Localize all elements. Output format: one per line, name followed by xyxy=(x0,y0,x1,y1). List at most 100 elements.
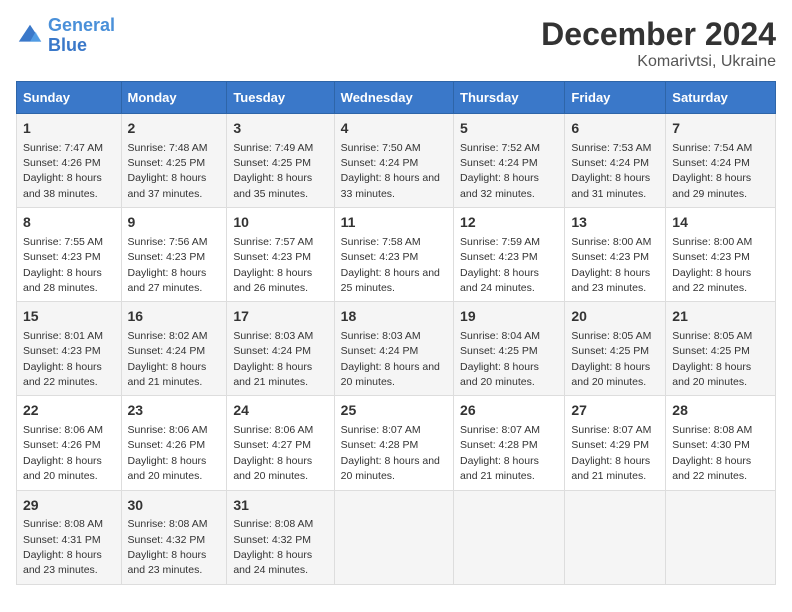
title-block: December 2024 Komarivtsi, Ukraine xyxy=(541,16,776,71)
cell-info: Sunrise: 8:08 AMSunset: 4:32 PMDaylight:… xyxy=(128,518,208,576)
calendar-header-row: SundayMondayTuesdayWednesdayThursdayFrid… xyxy=(17,82,776,114)
calendar-cell xyxy=(454,490,565,584)
day-number: 15 xyxy=(23,307,115,327)
cell-info: Sunrise: 8:08 AMSunset: 4:32 PMDaylight:… xyxy=(233,518,313,576)
cell-info: Sunrise: 8:01 AMSunset: 4:23 PMDaylight:… xyxy=(23,330,103,388)
calendar-cell: 14 Sunrise: 8:00 AMSunset: 4:23 PMDaylig… xyxy=(666,208,776,302)
day-number: 14 xyxy=(672,213,769,233)
cell-info: Sunrise: 8:06 AMSunset: 4:26 PMDaylight:… xyxy=(128,424,208,482)
day-number: 21 xyxy=(672,307,769,327)
day-number: 12 xyxy=(460,213,558,233)
calendar-cell: 4 Sunrise: 7:50 AMSunset: 4:24 PMDayligh… xyxy=(334,114,453,208)
day-number: 25 xyxy=(341,401,447,421)
calendar-cell: 6 Sunrise: 7:53 AMSunset: 4:24 PMDayligh… xyxy=(565,114,666,208)
header-monday: Monday xyxy=(121,82,227,114)
day-number: 19 xyxy=(460,307,558,327)
calendar-subtitle: Komarivtsi, Ukraine xyxy=(541,53,776,71)
calendar-week-row: 29 Sunrise: 8:08 AMSunset: 4:31 PMDaylig… xyxy=(17,490,776,584)
cell-info: Sunrise: 8:04 AMSunset: 4:25 PMDaylight:… xyxy=(460,330,540,388)
calendar-cell: 5 Sunrise: 7:52 AMSunset: 4:24 PMDayligh… xyxy=(454,114,565,208)
cell-info: Sunrise: 7:49 AMSunset: 4:25 PMDaylight:… xyxy=(233,142,313,200)
cell-info: Sunrise: 7:57 AMSunset: 4:23 PMDaylight:… xyxy=(233,236,313,294)
cell-info: Sunrise: 7:54 AMSunset: 4:24 PMDaylight:… xyxy=(672,142,752,200)
day-number: 5 xyxy=(460,119,558,139)
header-wednesday: Wednesday xyxy=(334,82,453,114)
cell-info: Sunrise: 8:07 AMSunset: 4:29 PMDaylight:… xyxy=(571,424,651,482)
day-number: 6 xyxy=(571,119,659,139)
cell-info: Sunrise: 7:50 AMSunset: 4:24 PMDaylight:… xyxy=(341,142,440,200)
calendar-cell: 25 Sunrise: 8:07 AMSunset: 4:28 PMDaylig… xyxy=(334,396,453,490)
calendar-cell: 18 Sunrise: 8:03 AMSunset: 4:24 PMDaylig… xyxy=(334,302,453,396)
day-number: 31 xyxy=(233,496,327,516)
calendar-cell: 27 Sunrise: 8:07 AMSunset: 4:29 PMDaylig… xyxy=(565,396,666,490)
calendar-cell: 12 Sunrise: 7:59 AMSunset: 4:23 PMDaylig… xyxy=(454,208,565,302)
calendar-cell: 28 Sunrise: 8:08 AMSunset: 4:30 PMDaylig… xyxy=(666,396,776,490)
calendar-cell: 29 Sunrise: 8:08 AMSunset: 4:31 PMDaylig… xyxy=(17,490,122,584)
day-number: 4 xyxy=(341,119,447,139)
calendar-cell xyxy=(666,490,776,584)
header-saturday: Saturday xyxy=(666,82,776,114)
cell-info: Sunrise: 8:05 AMSunset: 4:25 PMDaylight:… xyxy=(571,330,651,388)
day-number: 1 xyxy=(23,119,115,139)
day-number: 26 xyxy=(460,401,558,421)
calendar-cell: 26 Sunrise: 8:07 AMSunset: 4:28 PMDaylig… xyxy=(454,396,565,490)
calendar-cell: 17 Sunrise: 8:03 AMSunset: 4:24 PMDaylig… xyxy=(227,302,334,396)
calendar-cell: 31 Sunrise: 8:08 AMSunset: 4:32 PMDaylig… xyxy=(227,490,334,584)
calendar-cell: 23 Sunrise: 8:06 AMSunset: 4:26 PMDaylig… xyxy=(121,396,227,490)
calendar-week-row: 8 Sunrise: 7:55 AMSunset: 4:23 PMDayligh… xyxy=(17,208,776,302)
cell-info: Sunrise: 8:08 AMSunset: 4:31 PMDaylight:… xyxy=(23,518,103,576)
day-number: 16 xyxy=(128,307,221,327)
calendar-table: SundayMondayTuesdayWednesdayThursdayFrid… xyxy=(16,81,776,585)
calendar-cell: 7 Sunrise: 7:54 AMSunset: 4:24 PMDayligh… xyxy=(666,114,776,208)
day-number: 9 xyxy=(128,213,221,233)
cell-info: Sunrise: 7:56 AMSunset: 4:23 PMDaylight:… xyxy=(128,236,208,294)
calendar-cell: 19 Sunrise: 8:04 AMSunset: 4:25 PMDaylig… xyxy=(454,302,565,396)
calendar-cell: 11 Sunrise: 7:58 AMSunset: 4:23 PMDaylig… xyxy=(334,208,453,302)
calendar-cell: 10 Sunrise: 7:57 AMSunset: 4:23 PMDaylig… xyxy=(227,208,334,302)
logo-icon xyxy=(16,22,44,50)
cell-info: Sunrise: 7:59 AMSunset: 4:23 PMDaylight:… xyxy=(460,236,540,294)
calendar-cell xyxy=(565,490,666,584)
day-number: 8 xyxy=(23,213,115,233)
calendar-cell: 9 Sunrise: 7:56 AMSunset: 4:23 PMDayligh… xyxy=(121,208,227,302)
calendar-cell: 21 Sunrise: 8:05 AMSunset: 4:25 PMDaylig… xyxy=(666,302,776,396)
day-number: 2 xyxy=(128,119,221,139)
calendar-cell: 3 Sunrise: 7:49 AMSunset: 4:25 PMDayligh… xyxy=(227,114,334,208)
day-number: 18 xyxy=(341,307,447,327)
day-number: 30 xyxy=(128,496,221,516)
calendar-cell: 16 Sunrise: 8:02 AMSunset: 4:24 PMDaylig… xyxy=(121,302,227,396)
calendar-cell: 30 Sunrise: 8:08 AMSunset: 4:32 PMDaylig… xyxy=(121,490,227,584)
page-header: General Blue December 2024 Komarivtsi, U… xyxy=(16,16,776,71)
day-number: 22 xyxy=(23,401,115,421)
day-number: 23 xyxy=(128,401,221,421)
cell-info: Sunrise: 7:47 AMSunset: 4:26 PMDaylight:… xyxy=(23,142,103,200)
calendar-title: December 2024 xyxy=(541,16,776,53)
cell-info: Sunrise: 8:05 AMSunset: 4:25 PMDaylight:… xyxy=(672,330,752,388)
day-number: 28 xyxy=(672,401,769,421)
calendar-cell: 8 Sunrise: 7:55 AMSunset: 4:23 PMDayligh… xyxy=(17,208,122,302)
calendar-cell: 20 Sunrise: 8:05 AMSunset: 4:25 PMDaylig… xyxy=(565,302,666,396)
logo: General Blue xyxy=(16,16,115,56)
header-tuesday: Tuesday xyxy=(227,82,334,114)
calendar-cell: 2 Sunrise: 7:48 AMSunset: 4:25 PMDayligh… xyxy=(121,114,227,208)
calendar-cell: 24 Sunrise: 8:06 AMSunset: 4:27 PMDaylig… xyxy=(227,396,334,490)
header-thursday: Thursday xyxy=(454,82,565,114)
day-number: 27 xyxy=(571,401,659,421)
cell-info: Sunrise: 8:08 AMSunset: 4:30 PMDaylight:… xyxy=(672,424,752,482)
calendar-cell: 22 Sunrise: 8:06 AMSunset: 4:26 PMDaylig… xyxy=(17,396,122,490)
calendar-week-row: 22 Sunrise: 8:06 AMSunset: 4:26 PMDaylig… xyxy=(17,396,776,490)
cell-info: Sunrise: 8:07 AMSunset: 4:28 PMDaylight:… xyxy=(341,424,440,482)
day-number: 24 xyxy=(233,401,327,421)
day-number: 17 xyxy=(233,307,327,327)
day-number: 13 xyxy=(571,213,659,233)
cell-info: Sunrise: 7:52 AMSunset: 4:24 PMDaylight:… xyxy=(460,142,540,200)
calendar-week-row: 1 Sunrise: 7:47 AMSunset: 4:26 PMDayligh… xyxy=(17,114,776,208)
day-number: 7 xyxy=(672,119,769,139)
header-sunday: Sunday xyxy=(17,82,122,114)
calendar-cell: 1 Sunrise: 7:47 AMSunset: 4:26 PMDayligh… xyxy=(17,114,122,208)
cell-info: Sunrise: 8:03 AMSunset: 4:24 PMDaylight:… xyxy=(341,330,440,388)
cell-info: Sunrise: 8:00 AMSunset: 4:23 PMDaylight:… xyxy=(672,236,752,294)
cell-info: Sunrise: 7:53 AMSunset: 4:24 PMDaylight:… xyxy=(571,142,651,200)
cell-info: Sunrise: 8:02 AMSunset: 4:24 PMDaylight:… xyxy=(128,330,208,388)
day-number: 3 xyxy=(233,119,327,139)
